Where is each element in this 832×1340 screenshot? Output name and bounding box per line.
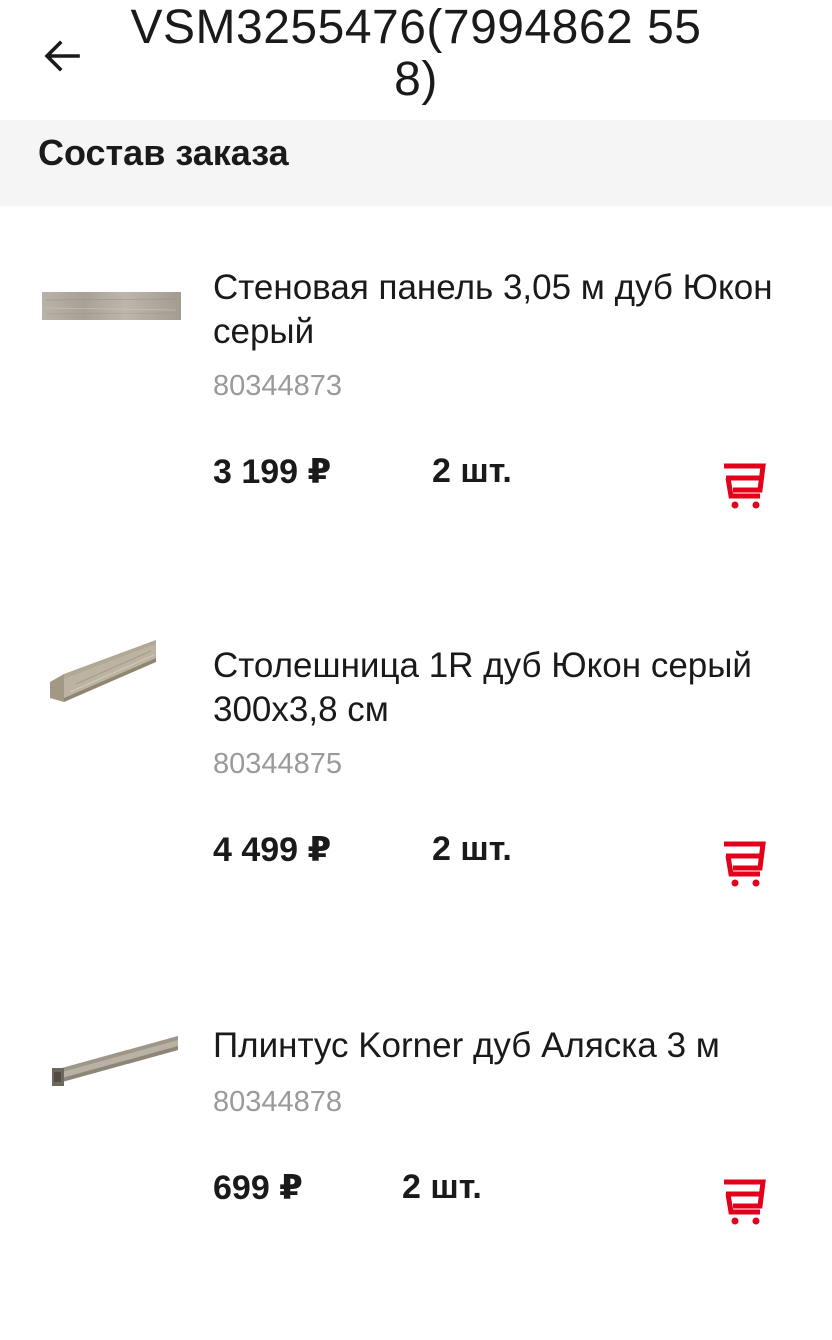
countertop-image <box>50 640 156 702</box>
item-quantity: 2 шт. <box>432 452 512 490</box>
order-item: Стеновая панель 3,05 м дуб Юкон серый 80… <box>0 206 832 586</box>
cart-icon <box>724 1179 766 1225</box>
page-title: VSM3255476(7994862 558) <box>130 1 702 106</box>
wall-panel-image <box>42 292 181 320</box>
item-price: 3 199 ₽ <box>213 453 332 491</box>
item-name[interactable]: Столешница 1R дуб Юкон серый 300x3,8 см <box>213 644 803 732</box>
item-sku: 80344878 <box>213 1086 343 1118</box>
back-button[interactable] <box>36 30 88 82</box>
item-quantity: 2 шт. <box>402 1168 482 1206</box>
order-item: Столешница 1R дуб Юкон серый 300x3,8 см … <box>0 584 832 964</box>
item-quantity: 2 шт. <box>432 830 512 868</box>
app-header: VSM3255476(7994862 558) <box>0 0 832 120</box>
cart-icon <box>724 841 766 887</box>
item-sku: 80344873 <box>213 370 343 402</box>
item-price: 699 ₽ <box>213 1169 303 1207</box>
order-item: Плинтус Korner дуб Аляска 3 м 80344878 6… <box>0 962 832 1340</box>
add-to-cart-button[interactable] <box>716 457 772 513</box>
cart-icon <box>724 463 766 509</box>
skirting-board-image <box>52 1036 178 1086</box>
section-title: Состав заказа <box>38 132 289 173</box>
item-sku: 80344875 <box>213 748 343 780</box>
item-name[interactable]: Стеновая панель 3,05 м дуб Юкон серый <box>213 266 803 354</box>
item-price: 4 499 ₽ <box>213 831 332 869</box>
item-name[interactable]: Плинтус Korner дуб Аляска 3 м <box>213 1024 803 1068</box>
add-to-cart-button[interactable] <box>716 835 772 891</box>
add-to-cart-button[interactable] <box>716 1173 772 1229</box>
arrow-left-icon <box>44 40 80 72</box>
